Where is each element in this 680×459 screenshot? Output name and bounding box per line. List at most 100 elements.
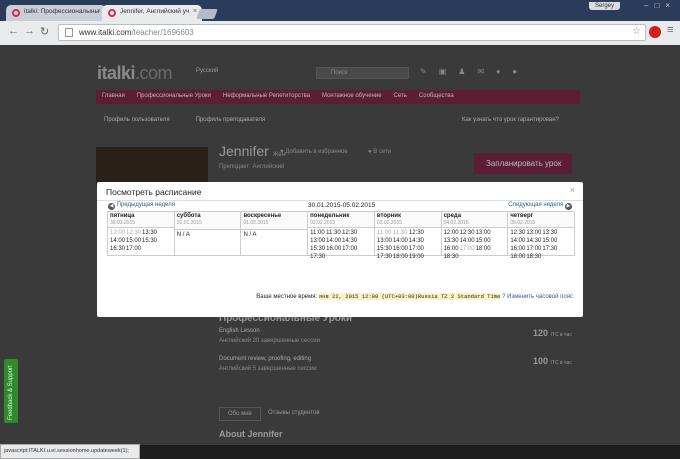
- nav-learning[interactable]: Монтажное обучение: [322, 93, 382, 99]
- time-slot[interactable]: 12:30: [126, 230, 142, 238]
- time-slot[interactable]: 11:30: [326, 230, 342, 238]
- close-tab-icon[interactable]: ×: [97, 8, 101, 15]
- browser-chrome: italki: Профессионалыны × Jennifer, Англи…: [0, 0, 680, 45]
- nav-pro-lessons[interactable]: Профессиональные Уроки: [137, 93, 211, 99]
- new-tab-button[interactable]: [196, 9, 218, 19]
- time-slot[interactable]: 14:00: [326, 238, 342, 246]
- italki-favicon-icon: [12, 9, 20, 17]
- close-icon[interactable]: ×: [570, 185, 575, 195]
- tab-about-me[interactable]: Обо мне: [219, 407, 261, 421]
- search-input[interactable]: Поиск: [316, 67, 409, 79]
- time-slot[interactable]: 14:00: [110, 238, 126, 246]
- menu-icon[interactable]: ≡: [667, 24, 673, 36]
- nav-informal[interactable]: Неформальные Репетиторства: [223, 93, 310, 99]
- time-slot[interactable]: 12:30: [409, 230, 425, 238]
- time-slot[interactable]: 15:00: [126, 238, 142, 246]
- time-slot[interactable]: 12:30: [510, 230, 526, 238]
- teacher-profile-link[interactable]: Профиль преподавателя: [196, 117, 266, 123]
- reload-icon[interactable]: ↻: [40, 25, 49, 38]
- time-slot[interactable]: 17:00: [526, 246, 542, 254]
- time-slot[interactable]: 14:30: [409, 238, 425, 246]
- time-slot[interactable]: 17:00: [126, 246, 142, 254]
- back-icon[interactable]: ←: [8, 25, 19, 37]
- time-slot[interactable]: 14:30: [342, 238, 358, 246]
- user-profile-link[interactable]: Профиль пользователя: [104, 117, 170, 123]
- time-slot[interactable]: 12:30: [460, 230, 476, 238]
- time-slot[interactable]: 15:00: [542, 238, 558, 246]
- bookmark-star-icon[interactable]: ☆: [632, 26, 641, 37]
- time-slot[interactable]: 13:00: [526, 230, 542, 238]
- time-slot[interactable]: 13:00: [476, 230, 492, 238]
- day-header: вторник 03.02.2015: [374, 212, 441, 228]
- time-slot[interactable]: 14:00: [393, 238, 409, 246]
- time-slot[interactable]: 13:00: [377, 238, 393, 246]
- time-slot[interactable]: 15:30: [142, 238, 158, 246]
- time-slot[interactable]: 12:30: [342, 230, 358, 238]
- nav-network[interactable]: Сеть: [394, 93, 407, 99]
- next-week-label: Следующая неделя: [508, 202, 564, 208]
- time-slot[interactable]: 15:00: [476, 238, 492, 246]
- close-tab-icon[interactable]: ×: [193, 8, 197, 15]
- chevron-left-icon: ◀: [108, 203, 115, 210]
- next-week-link[interactable]: Следующая неделя ▶: [508, 202, 572, 210]
- prev-week-link[interactable]: ◀ Предыдущая неделя: [108, 202, 175, 210]
- price-value: 100: [533, 356, 549, 366]
- window-controls[interactable]: –□×: [644, 1, 676, 10]
- time-slot[interactable]: 14:00: [510, 238, 526, 246]
- time-slot[interactable]: 17:00: [409, 246, 425, 254]
- forward-icon[interactable]: →: [24, 25, 35, 37]
- time-slot[interactable]: 16:00: [510, 246, 526, 254]
- time-slot[interactable]: 19:00: [409, 254, 425, 262]
- time-slot[interactable]: 17:30: [542, 246, 558, 254]
- time-slot[interactable]: 18:30: [526, 254, 542, 262]
- time-slot[interactable]: 14:00: [460, 238, 476, 246]
- local-time-row: Ваше местное время: янв 22, 2015 12:08 (…: [256, 293, 573, 300]
- time-slot[interactable]: 16:00: [444, 246, 460, 254]
- feedback-button[interactable]: Feedback & Support: [4, 359, 18, 423]
- howto-link[interactable]: Как узнать что урок гарантирован?: [462, 117, 559, 123]
- time-slot[interactable]: 12:00: [444, 230, 460, 238]
- time-slot[interactable]: 13:30: [142, 230, 158, 238]
- language-select[interactable]: Русский: [196, 68, 218, 74]
- time-slot[interactable]: 15:30: [310, 246, 326, 254]
- change-timezone-link[interactable]: ? Изменить часовой пояс: [502, 294, 573, 300]
- lesson-title[interactable]: Document review, proofing, editing: [219, 356, 311, 362]
- profile-user-badge[interactable]: Sergey: [588, 2, 620, 10]
- time-slot[interactable]: 17:30: [377, 254, 393, 262]
- teacher-name: Jennifer Жен: [219, 143, 285, 159]
- book-lesson-button[interactable]: Запланировать урок: [474, 153, 572, 174]
- time-slot[interactable]: 17:00: [460, 246, 476, 254]
- time-slot[interactable]: 17:30: [310, 254, 326, 262]
- time-slot[interactable]: 16:00: [326, 246, 342, 254]
- time-slot[interactable]: 18:00: [510, 254, 526, 262]
- nav-community[interactable]: Сообщества: [419, 93, 454, 99]
- schedule-grid: пятница 30.01.2015 12:00 12:30 13:30 14:00 15:…: [107, 211, 575, 260]
- header-icons[interactable]: ✎▣♟✉♦●: [420, 67, 529, 76]
- time-slot[interactable]: 17:00: [342, 246, 358, 254]
- add-favorite-link[interactable]: ♥ Добавить в избранное: [280, 149, 348, 155]
- time-slot[interactable]: 13:30: [542, 230, 558, 238]
- time-slot[interactable]: 13:30: [444, 238, 460, 246]
- time-slot[interactable]: 15:30: [377, 246, 393, 254]
- address-bar[interactable]: www.italki.com/teacher/1696603 ☆: [58, 24, 646, 41]
- lesson-title[interactable]: English Lesson: [219, 328, 260, 334]
- time-slot[interactable]: 11:30: [393, 230, 409, 238]
- time-slot[interactable]: 18:30: [444, 254, 460, 262]
- time-slot[interactable]: 16:00: [393, 246, 409, 254]
- time-slot[interactable]: 13:00: [310, 238, 326, 246]
- time-slot[interactable]: 11:00: [310, 230, 326, 238]
- time-slot[interactable]: 18:00: [393, 254, 409, 262]
- tab-italki-pro[interactable]: italki: Профессионалыны ×: [6, 5, 106, 21]
- day-date: 03.02.2015: [376, 220, 402, 226]
- time-slot[interactable]: 12:00: [110, 230, 126, 238]
- tab-reviews[interactable]: Отзывы студентов: [260, 407, 328, 421]
- tab-jennifer[interactable]: Jennifer, Английский уч ×: [102, 5, 202, 21]
- time-slot[interactable]: 14:30: [526, 238, 542, 246]
- feedback-label: Feedback & Support: [8, 365, 14, 420]
- time-slot[interactable]: 18:00: [476, 246, 492, 254]
- time-slot[interactable]: 11:00: [377, 230, 393, 238]
- extension-icon[interactable]: [649, 26, 661, 38]
- nav-home[interactable]: Главная: [102, 93, 125, 99]
- time-slot[interactable]: 16:30: [110, 246, 126, 254]
- italki-logo[interactable]: italki.com: [97, 63, 173, 84]
